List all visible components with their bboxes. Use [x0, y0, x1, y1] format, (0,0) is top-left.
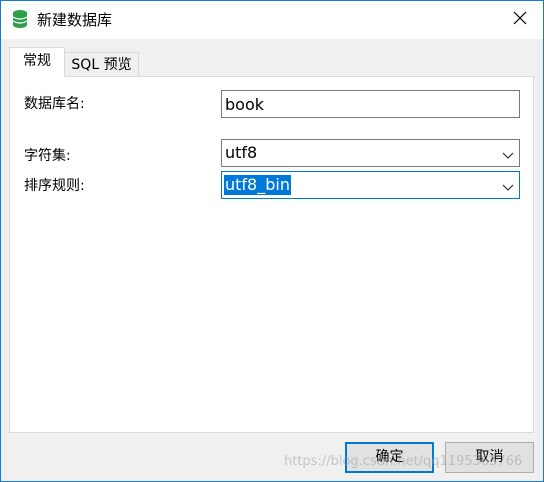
tab-general[interactable]: 常规: [9, 47, 65, 77]
collation-select[interactable]: utf8_bin: [221, 171, 520, 199]
chevron-down-icon: [502, 148, 514, 159]
ok-button[interactable]: 确定: [345, 442, 434, 473]
collation-label: 排序规则:: [24, 178, 85, 194]
close-button[interactable]: [497, 1, 543, 39]
db-name-input[interactable]: [221, 90, 520, 118]
close-icon: [513, 11, 527, 29]
window-title: 新建数据库: [37, 11, 113, 29]
collation-value: utf8_bin: [224, 175, 291, 195]
charset-select[interactable]: utf8: [221, 139, 520, 167]
cancel-button[interactable]: 取消: [445, 442, 534, 473]
db-name-label: 数据库名:: [24, 96, 85, 112]
title-bar[interactable]: 新建数据库: [1, 1, 543, 39]
charset-value: utf8: [225, 143, 258, 162]
general-panel: 数据库名: 字符集: utf8 排序规则: utf8_bin: [9, 76, 534, 433]
charset-label: 字符集:: [24, 148, 71, 164]
tab-sql-preview[interactable]: SQL 预览: [65, 52, 139, 78]
chevron-down-icon: [502, 180, 514, 191]
database-icon: [12, 9, 28, 29]
dialog-window: 新建数据库 常规 SQL 预览 数据库名: 字符集: utf8 排序规则:: [0, 0, 544, 482]
